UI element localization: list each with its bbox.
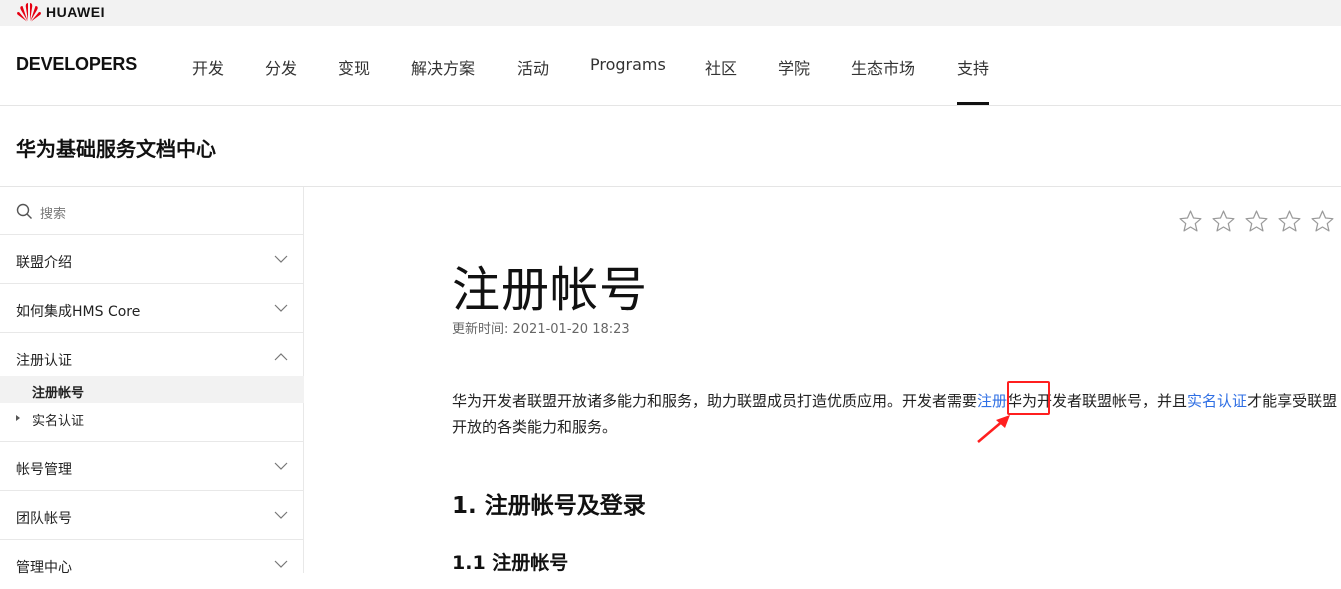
nav-item-community[interactable]: 社区 bbox=[705, 55, 737, 79]
star-icon[interactable] bbox=[1277, 209, 1302, 234]
chevron-down-icon bbox=[274, 255, 288, 263]
huawei-flower-icon bbox=[17, 3, 41, 22]
logo-text: HUAWEI bbox=[46, 4, 105, 20]
nav-item-distribute[interactable]: 分发 bbox=[265, 55, 297, 79]
rating-stars bbox=[1178, 209, 1335, 234]
search-input[interactable]: 搜索 bbox=[40, 203, 66, 222]
star-icon[interactable] bbox=[1310, 209, 1335, 234]
sidebar-item-team-account[interactable]: 团队帐号 bbox=[0, 491, 304, 540]
doc-center-header: 华为基础服务文档中心 bbox=[0, 106, 1341, 187]
nav-item-support[interactable]: 支持 bbox=[957, 55, 990, 105]
brand-bar: HUAWEI bbox=[0, 0, 1341, 26]
realname-link[interactable]: 实名认证 bbox=[1187, 392, 1247, 410]
annotation-arrow-icon bbox=[977, 415, 1010, 443]
star-icon[interactable] bbox=[1211, 209, 1236, 234]
sidebar-item-integrate-hms[interactable]: 如何集成HMS Core bbox=[0, 284, 304, 333]
chevron-up-icon bbox=[274, 353, 288, 361]
sidebar-subitem-label: 实名认证 bbox=[32, 414, 85, 429]
sidebar-item-label: 注册认证 bbox=[16, 353, 72, 369]
intro-text: 华为开发者联盟开放诸多能力和服务，助力联盟成员打造优质应用。开发者需要 bbox=[452, 392, 978, 410]
sidebar-subitem-register-account[interactable]: 注册帐号 bbox=[0, 376, 304, 403]
huawei-logo[interactable]: HUAWEI bbox=[16, 2, 105, 22]
chevron-down-icon bbox=[274, 560, 288, 568]
chevron-down-icon bbox=[274, 304, 288, 312]
doc-center-title: 华为基础服务文档中心 bbox=[16, 137, 216, 161]
sidebar-item-label: 管理中心 bbox=[16, 560, 72, 576]
intro-paragraph: 华为开发者联盟开放诸多能力和服务，助力联盟成员打造优质应用。开发者需要注册华为开… bbox=[452, 388, 1338, 440]
nav-item-develop[interactable]: 开发 bbox=[192, 55, 224, 79]
nav-item-programs[interactable]: Programs bbox=[590, 55, 666, 74]
search-icon bbox=[16, 203, 32, 219]
sidebar-item-account-mgmt[interactable]: 帐号管理 bbox=[0, 442, 304, 491]
sidebar-item-label: 团队帐号 bbox=[16, 511, 72, 527]
caret-right-icon bbox=[16, 415, 20, 421]
updated-time: 更新时间: 2021-01-20 18:23 bbox=[452, 322, 630, 337]
chevron-down-icon bbox=[274, 462, 288, 470]
main-nav: DEVELOPERS 开发 分发 变现 解决方案 活动 Programs 社区 … bbox=[0, 26, 1341, 106]
sidebar: 搜索 联盟介绍 如何集成HMS Core 注册认证 注册帐号 实名认证 帐号管理… bbox=[0, 187, 304, 576]
chevron-down-icon bbox=[274, 511, 288, 519]
sidebar-item-label: 如何集成HMS Core bbox=[16, 304, 141, 320]
sidebar-item-management-center[interactable]: 管理中心 bbox=[0, 540, 304, 589]
sidebar-item-registration[interactable]: 注册认证 注册帐号 实名认证 bbox=[0, 333, 304, 442]
highlight-box bbox=[1007, 381, 1050, 415]
sidebar-search[interactable]: 搜索 bbox=[0, 187, 304, 235]
sidebar-item-label: 帐号管理 bbox=[16, 462, 72, 478]
section-heading: 1. 注册帐号及登录 bbox=[452, 493, 646, 519]
register-link[interactable]: 注册 bbox=[977, 392, 1007, 410]
subsection-heading: 1.1 注册帐号 bbox=[452, 552, 569, 574]
nav-item-marketplace[interactable]: 生态市场 bbox=[851, 55, 915, 79]
sidebar-item-alliance-intro[interactable]: 联盟介绍 bbox=[0, 235, 304, 284]
nav-item-events[interactable]: 活动 bbox=[517, 55, 549, 79]
sidebar-item-label: 联盟介绍 bbox=[16, 255, 72, 271]
nav-item-academy[interactable]: 学院 bbox=[778, 55, 810, 79]
page-title: 注册帐号 bbox=[452, 262, 649, 318]
sidebar-subitem-label: 注册帐号 bbox=[32, 386, 85, 401]
nav-item-monetize[interactable]: 变现 bbox=[338, 55, 370, 79]
star-icon[interactable] bbox=[1244, 209, 1269, 234]
nav-item-solutions[interactable]: 解决方案 bbox=[411, 55, 475, 79]
sidebar-subitem-realname[interactable]: 实名认证 bbox=[0, 404, 304, 431]
star-icon[interactable] bbox=[1178, 209, 1203, 234]
developers-home-link[interactable]: DEVELOPERS bbox=[16, 54, 137, 75]
